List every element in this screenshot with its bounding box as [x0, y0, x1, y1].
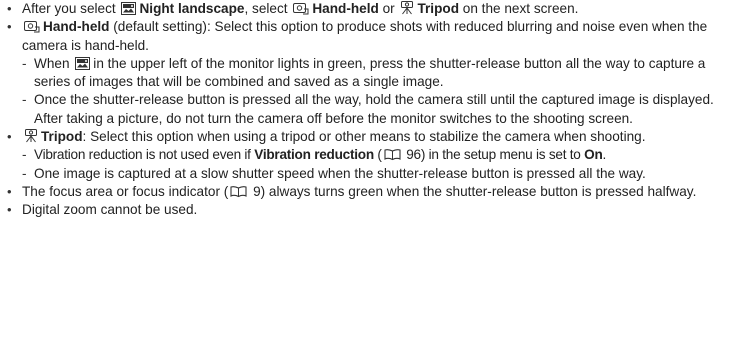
- page-ref: 96: [406, 147, 421, 163]
- night-landscape-icon: [75, 56, 91, 70]
- text-segment: When: [34, 55, 70, 71]
- sub-list-item: Vibration reduction is not used even if …: [0, 146, 729, 165]
- sub-list-item: When in the upper left of the monitor li…: [0, 55, 729, 92]
- text-segment: One image is captured at a slow shutter …: [34, 165, 646, 181]
- text-segment: in the upper left of the monitor lights …: [34, 55, 706, 90]
- night-landscape-label: Night landscape: [139, 1, 245, 16]
- list-item: Hand-held (default setting): Select this…: [0, 18, 729, 55]
- hand-held-icon: [293, 2, 309, 15]
- tripod-label: Tripod: [41, 129, 83, 145]
- night-landscape-icon: [121, 2, 137, 15]
- on-label: On: [584, 147, 603, 163]
- hand-held-label: Hand-held: [43, 19, 110, 35]
- tripod-label: Tripod: [417, 1, 459, 16]
- text-segment: After you select: [22, 1, 116, 16]
- text-segment: ) in the setup menu is set to: [420, 147, 581, 163]
- sub-list-item: One image is captured at a slow shutter …: [0, 165, 729, 184]
- text-segment: : Select this option when using a tripod…: [82, 129, 646, 145]
- book-ref-icon: [230, 186, 247, 198]
- text-segment: (default setting): Select this option to…: [22, 19, 708, 53]
- text-segment: ) always turns green when the shutter-re…: [260, 183, 697, 199]
- book-ref-icon: [384, 149, 401, 161]
- text-segment: on the next screen.: [462, 1, 579, 16]
- list-item: Digital zoom cannot be used.: [0, 201, 729, 220]
- vibration-reduction-label: Vibration reduction: [254, 147, 374, 163]
- tripod-icon: [400, 1, 414, 15]
- text-segment: , select: [244, 1, 288, 16]
- tripod-icon: [24, 129, 38, 143]
- text-segment: The focus area or focus indicator (: [22, 183, 229, 199]
- page-ref: 9: [253, 183, 261, 199]
- text-segment: Vibration reduction is not used even if: [34, 147, 251, 163]
- text-segment: or: [382, 1, 395, 16]
- text-segment: .: [602, 147, 607, 163]
- hand-held-label: Hand-held: [312, 1, 379, 16]
- text-segment: Once the shutter-release button is press…: [34, 92, 714, 126]
- text-segment: Digital zoom cannot be used.: [22, 202, 198, 218]
- list-item: The focus area or focus indicator ( 9) a…: [0, 183, 729, 202]
- sub-list-item: Once the shutter-release button is press…: [0, 91, 729, 128]
- hand-held-icon: [24, 20, 40, 33]
- list-item: After you select Night landscape, select…: [0, 0, 729, 19]
- document-body: After you select Night landscape, select…: [0, 0, 729, 220]
- list-item: Tripod: Select this option when using a …: [0, 128, 729, 147]
